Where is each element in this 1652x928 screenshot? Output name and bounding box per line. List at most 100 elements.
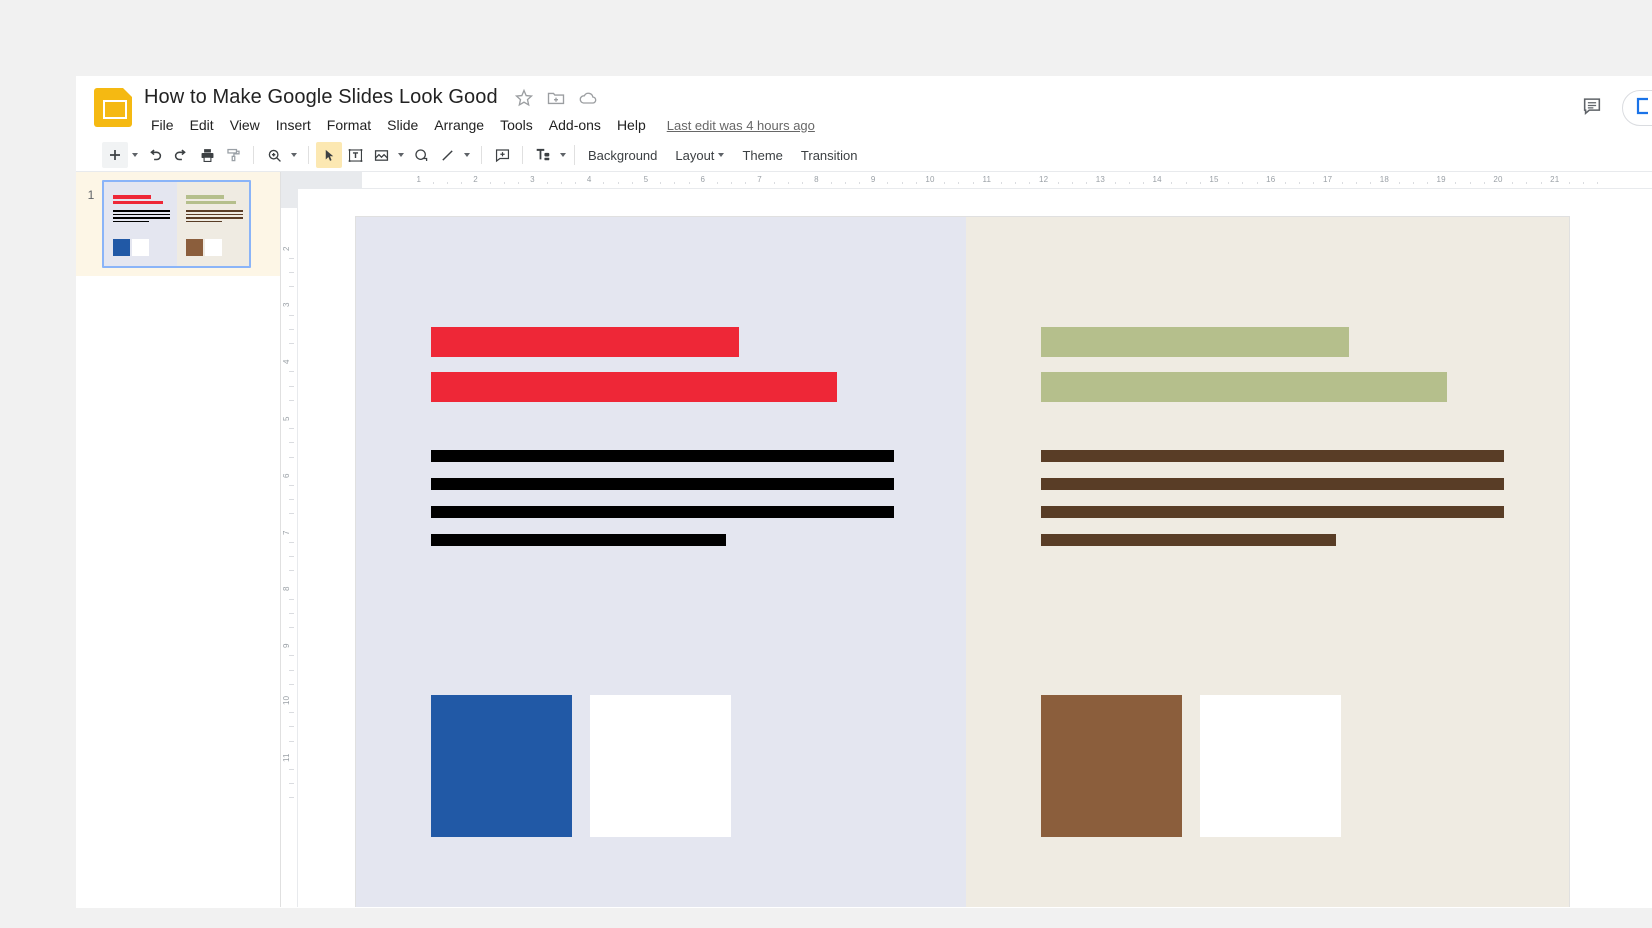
layout-button[interactable]: Layout — [666, 144, 733, 167]
transition-button[interactable]: Transition — [792, 144, 867, 167]
ruler-minor-tick — [1128, 182, 1130, 184]
red-title-bar-2[interactable] — [431, 372, 837, 402]
ruler-tick-label: 11 — [982, 175, 992, 184]
redo-button[interactable] — [168, 142, 194, 168]
print-button[interactable] — [194, 142, 220, 168]
comment-history-button[interactable] — [1574, 90, 1610, 126]
new-slide-caret-icon[interactable] — [128, 142, 142, 168]
black-text-bar-4[interactable] — [431, 534, 726, 546]
thumb-brown-bar-3 — [185, 217, 243, 219]
menu-bar: File Edit View Insert Format Slide Arran… — [144, 114, 815, 136]
horizontal-ruler[interactable]: 1 2 3 4 5 6 7 8 9 10 11 12 13 14 15 16 17 18 19 20 21 — [298, 172, 1652, 189]
page-title[interactable]: How to Make Google Slides Look Good — [144, 86, 498, 109]
vertical-ruler[interactable]: 2 3 4 5 6 7 8 9 10 11 — [281, 172, 298, 907]
document-title-row: How to Make Google Slides Look Good — [144, 86, 598, 109]
add-comment-button[interactable] — [489, 142, 515, 168]
ruler-minor-tick — [830, 182, 832, 184]
thumb-brown-bar-4 — [185, 220, 222, 223]
menu-item-file[interactable]: File — [144, 114, 181, 136]
ruler-tick-label: 2 — [473, 175, 478, 184]
ruler-tick-label: 2 — [282, 245, 291, 251]
ruler-tick-label: 3 — [530, 175, 535, 184]
move-to-folder-icon[interactable] — [546, 88, 566, 108]
text-options-caret-icon[interactable] — [556, 142, 570, 168]
zoom-caret-icon[interactable] — [287, 142, 301, 168]
present-icon — [1635, 97, 1651, 120]
last-edit-link[interactable]: Last edit was 4 hours ago — [667, 118, 815, 133]
red-title-bar-1[interactable] — [431, 327, 739, 357]
slide-thumbnail-preview[interactable] — [102, 180, 251, 268]
menu-item-tools[interactable]: Tools — [493, 114, 540, 136]
text-box-button[interactable] — [342, 142, 368, 168]
menu-item-help[interactable]: Help — [610, 114, 653, 136]
line-caret-icon[interactable] — [460, 142, 474, 168]
menu-item-format[interactable]: Format — [320, 114, 378, 136]
slide-filmstrip[interactable]: 1 — [76, 172, 281, 907]
paint-format-button[interactable] — [220, 142, 246, 168]
ruler-tick-label: 20 — [1493, 175, 1503, 184]
zoom-button[interactable] — [261, 142, 287, 168]
left-design-panel[interactable] — [356, 217, 966, 907]
ruler-minor-tick — [504, 182, 505, 184]
green-title-bar-2[interactable] — [1041, 372, 1447, 402]
thumbnail-right-half — [176, 182, 249, 266]
google-slides-icon — [94, 88, 132, 127]
ruler-minor-tick — [289, 428, 294, 430]
white-color-swatch[interactable] — [1200, 695, 1341, 837]
thumb-red-bar-2 — [113, 200, 163, 205]
ruler-minor-tick — [1228, 182, 1230, 184]
ruler-minor-tick — [289, 556, 294, 557]
brown-text-bar-1[interactable] — [1041, 450, 1504, 462]
thumb-black-bar-3 — [113, 217, 170, 219]
text-options-button[interactable] — [530, 142, 556, 168]
blue-color-swatch[interactable] — [431, 695, 572, 837]
black-text-bar-1[interactable] — [431, 450, 894, 462]
star-icon[interactable] — [514, 88, 534, 108]
ruler-tick-label: 11 — [282, 753, 291, 762]
layout-label: Layout — [675, 147, 715, 163]
menu-item-edit[interactable]: Edit — [183, 114, 221, 136]
undo-button[interactable] — [142, 142, 168, 168]
ruler-minor-tick — [1398, 182, 1400, 184]
ruler-minor-tick — [575, 182, 576, 184]
ruler-minor-tick — [1072, 182, 1073, 184]
ruler-minor-tick — [958, 182, 960, 184]
menu-item-insert[interactable]: Insert — [269, 114, 318, 136]
black-text-bar-3[interactable] — [431, 506, 894, 518]
menu-item-add-ons[interactable]: Add-ons — [542, 114, 608, 136]
ruler-minor-tick — [1427, 182, 1428, 184]
ruler-minor-tick — [1483, 182, 1485, 184]
menu-item-view[interactable]: View — [223, 114, 267, 136]
brown-text-bar-4[interactable] — [1041, 534, 1336, 546]
current-slide[interactable] — [356, 217, 1569, 907]
new-slide-button[interactable] — [102, 142, 128, 168]
menu-item-slide[interactable]: Slide — [380, 114, 425, 136]
slide-canvas[interactable] — [298, 189, 1652, 907]
menu-item-arrange[interactable]: Arrange — [427, 114, 491, 136]
ruler-tick-label: 5 — [643, 175, 649, 184]
ruler-tick-label: 4 — [282, 359, 291, 365]
ruler-minor-tick — [461, 182, 463, 184]
brown-color-swatch[interactable] — [1041, 695, 1182, 837]
ruler-minor-tick — [289, 627, 294, 628]
thumb-white-swatch — [204, 239, 222, 256]
right-design-panel[interactable] — [966, 217, 1569, 907]
cloud-saved-icon[interactable] — [578, 88, 598, 108]
white-color-swatch[interactable] — [590, 695, 731, 837]
line-button[interactable] — [434, 142, 460, 168]
insert-image-button[interactable] — [368, 142, 394, 168]
brown-text-bar-3[interactable] — [1041, 506, 1504, 518]
present-button[interactable] — [1622, 90, 1652, 126]
ruler-tick-label: 1 — [416, 175, 422, 184]
ruler-minor-tick — [1313, 182, 1315, 184]
background-button[interactable]: Background — [579, 144, 666, 167]
shape-button[interactable] — [408, 142, 434, 168]
theme-button[interactable]: Theme — [733, 144, 791, 167]
green-title-bar-1[interactable] — [1041, 327, 1349, 357]
select-tool-button[interactable] — [316, 142, 342, 168]
image-caret-icon[interactable] — [394, 142, 408, 168]
brown-text-bar-2[interactable] — [1041, 478, 1504, 490]
ruler-tick-label: 6 — [700, 175, 706, 184]
black-text-bar-2[interactable] — [431, 478, 894, 490]
slide-thumbnail-1[interactable]: 1 — [76, 172, 280, 276]
